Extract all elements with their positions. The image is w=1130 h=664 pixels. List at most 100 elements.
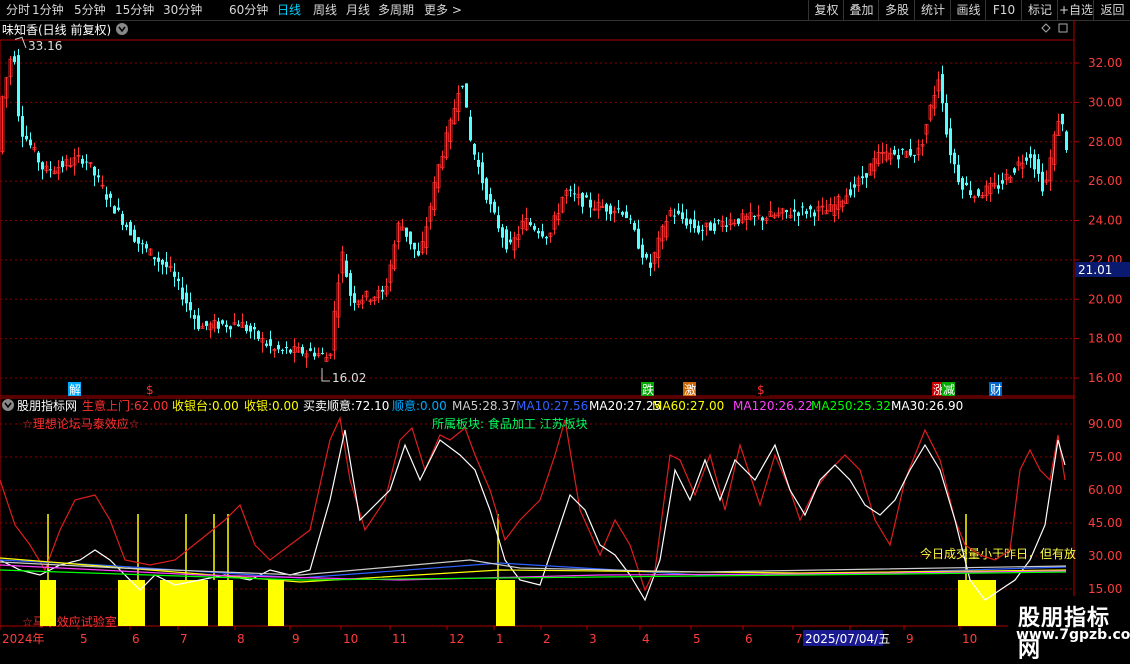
toolbar-tab-2[interactable]: 5分钟 — [74, 2, 106, 18]
toolbar-button-5[interactable]: F10 — [985, 0, 1022, 20]
candle-body — [381, 289, 384, 292]
candle-body — [725, 225, 728, 227]
high-pointer — [14, 36, 27, 49]
candle-body — [785, 210, 788, 213]
watermark: 股朋指标网 www.7gpzb.com — [1008, 596, 1130, 663]
candle-body — [249, 325, 252, 332]
indicator-value: 买卖顺意:72.10 — [303, 398, 389, 413]
candle-body — [737, 218, 740, 224]
toolbar-button-6[interactable]: 标记 — [1021, 0, 1058, 20]
toolbar-button-8[interactable]: 返回 — [1093, 0, 1130, 20]
candle-body — [93, 166, 96, 176]
indicator-value: MA250:25.32 — [811, 399, 891, 413]
candle-body — [281, 349, 284, 351]
candle-body — [793, 209, 796, 212]
candle-body — [901, 148, 904, 150]
indicator-red-line — [0, 415, 1066, 592]
candle-body — [289, 349, 292, 353]
indicator-value: 生意上门:62.00 — [82, 398, 168, 413]
candle-body — [477, 159, 480, 167]
candle-body — [469, 116, 472, 141]
indicator-tick-label: 60.00 — [1088, 483, 1122, 497]
candle-body — [529, 222, 532, 225]
candle-body — [61, 161, 64, 168]
signal-bar — [496, 580, 515, 626]
candle-body — [81, 158, 84, 164]
candle-body — [949, 128, 952, 156]
candle-body — [849, 189, 852, 196]
candle-body — [753, 215, 756, 217]
time-label: 5 — [693, 632, 701, 646]
toolbar-tab-3[interactable]: 15分钟 — [115, 2, 154, 18]
candle-body — [641, 244, 644, 258]
candlestick-series — [0, 48, 1068, 368]
toolbar-tab-1[interactable]: 1分钟 — [32, 2, 64, 18]
time-label: 7 — [180, 632, 188, 646]
toolbar-tab-5[interactable]: 60分钟 — [229, 2, 268, 18]
watermark-url: www.7gpzb.com — [1016, 627, 1130, 643]
indicator-dropdown-icon — [2, 399, 14, 411]
candle-body — [645, 254, 648, 258]
toolbar-button-3[interactable]: 统计 — [914, 0, 951, 20]
toolbar-tab-10[interactable]: 更多 > — [424, 2, 462, 18]
candle-body — [13, 56, 16, 63]
event-tag: 减 — [943, 383, 955, 397]
indicator-value: MA10:27.56 — [516, 399, 588, 413]
candle-body — [605, 204, 608, 212]
toolbar-tab-4[interactable]: 30分钟 — [163, 2, 202, 18]
candle-body — [481, 162, 484, 184]
candle-body — [1061, 113, 1064, 125]
candle-body — [173, 271, 176, 277]
candle-body — [1041, 171, 1044, 192]
candle-body — [953, 152, 956, 165]
current-price-label: 21.01 — [1078, 263, 1112, 277]
candle-body — [913, 154, 916, 156]
candle-body — [493, 201, 496, 213]
candle-body — [229, 326, 232, 330]
candle-body — [853, 184, 856, 188]
candle-body — [609, 205, 612, 215]
candle-body — [269, 339, 272, 346]
toolbar-button-4[interactable]: 画线 — [950, 0, 986, 20]
time-label: 7 — [795, 632, 803, 646]
candle-body — [545, 236, 548, 239]
toolbar-button-7[interactable]: +自选 — [1057, 0, 1094, 20]
candle-body — [717, 220, 720, 222]
candle-body — [321, 352, 324, 354]
indicator-tick-label: 45.00 — [1088, 516, 1122, 530]
candle-body — [309, 348, 312, 351]
candle-body — [349, 273, 352, 296]
time-label: 6 — [132, 632, 140, 646]
toolbar-tab-8[interactable]: 月线 — [346, 2, 370, 18]
candle-body — [1037, 159, 1040, 174]
candle-body — [801, 206, 804, 208]
toolbar-tab-0[interactable]: 分时 — [6, 2, 30, 18]
toolbar-button-2[interactable]: 多股 — [878, 0, 915, 20]
title-dropdown-icon — [116, 23, 128, 35]
candle-body — [509, 239, 512, 243]
candle-body — [681, 212, 684, 220]
indicator-value: MA20:27.25 — [589, 399, 661, 413]
maximize-icon — [1058, 23, 1068, 33]
candle-body — [649, 262, 652, 268]
candle-body — [237, 324, 240, 327]
candle-body — [861, 176, 864, 179]
price-tick-label: 30.00 — [1088, 95, 1122, 109]
toolbar-tab-7[interactable]: 周线 — [313, 2, 337, 18]
candle-body — [1025, 157, 1028, 161]
candle-body — [965, 182, 968, 186]
candle-body — [121, 213, 124, 225]
toolbar-button-0[interactable]: 复权 — [808, 0, 844, 20]
toolbar-tab-9[interactable]: 多周期 — [378, 2, 414, 18]
candle-body — [353, 293, 356, 303]
candle-body — [997, 185, 1000, 189]
candle-body — [29, 139, 32, 146]
indicator-value: 收银台:0.00 — [172, 398, 239, 413]
toolbar-tab-6[interactable]: 日线 — [277, 2, 301, 18]
low-pointer — [321, 368, 330, 382]
toolbar-button-1[interactable]: 叠加 — [843, 0, 879, 20]
candle-body — [805, 211, 808, 214]
candle-body — [629, 218, 632, 220]
price-tick-label: 28.00 — [1088, 135, 1122, 149]
main-title: 味知香(日线 前复权) — [2, 22, 111, 37]
